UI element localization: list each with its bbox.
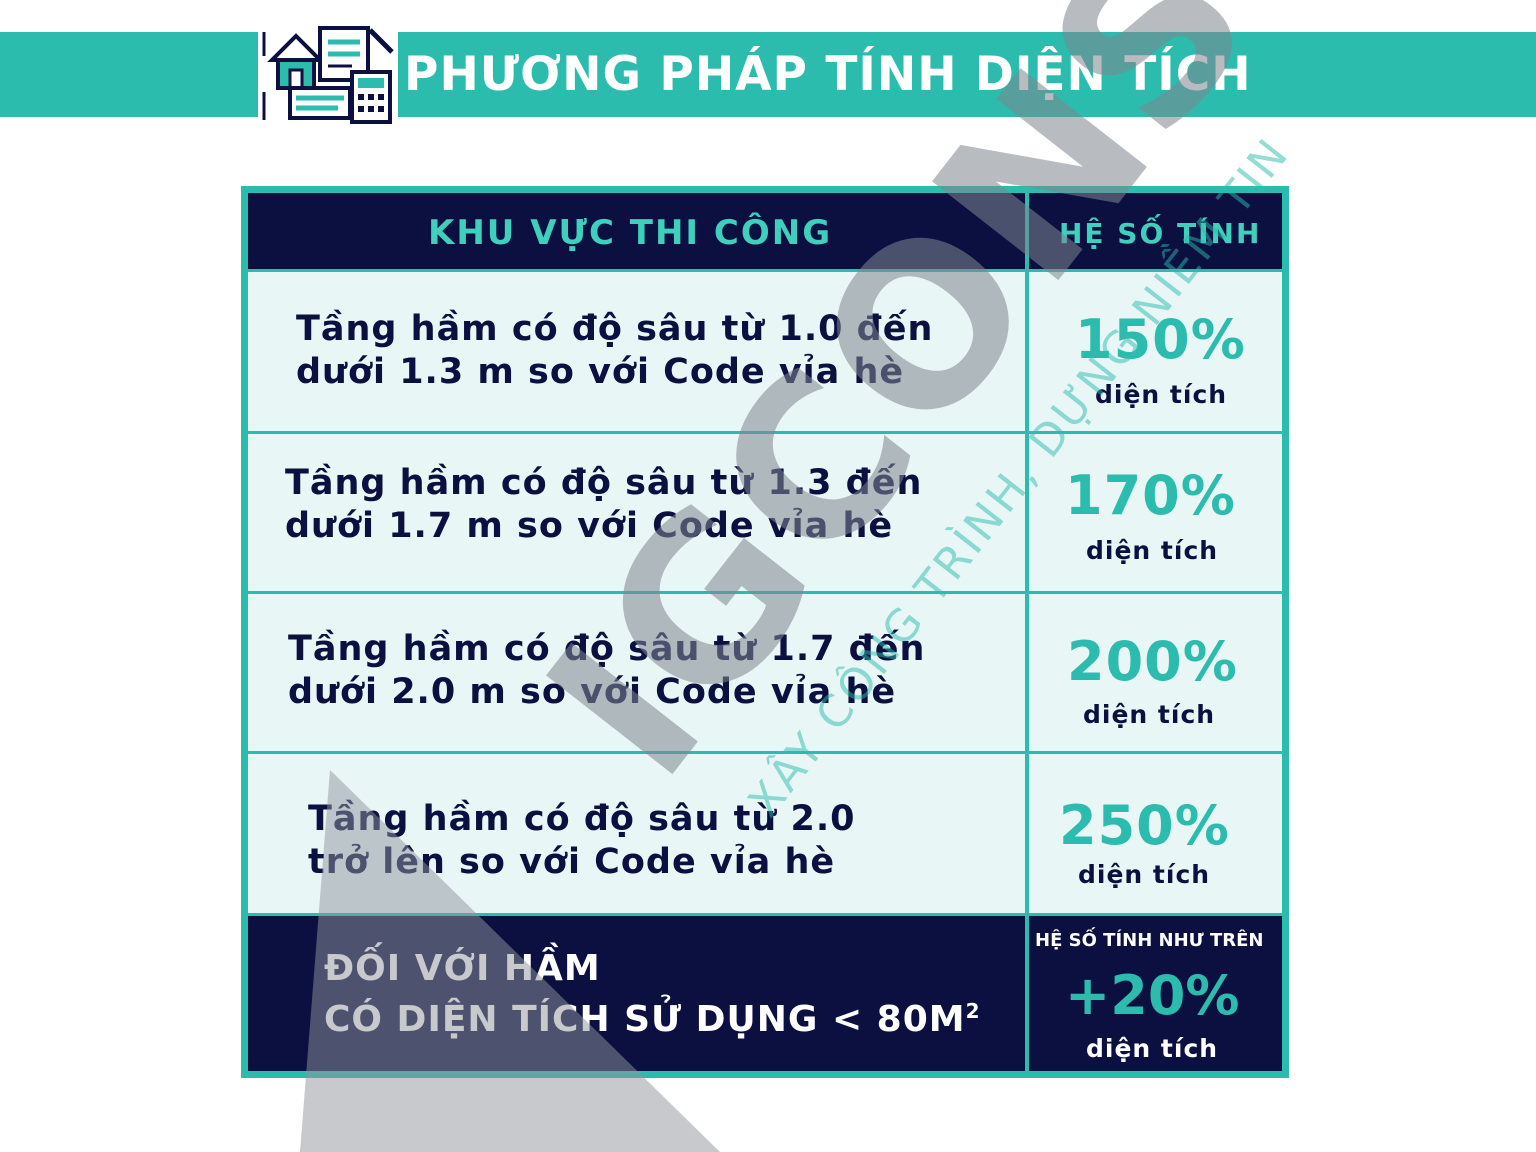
footer-unit: diện tích	[1086, 1034, 1219, 1063]
row-description: Tầng hầm có độ sâu từ 1.7 đến dưới 2.0 m…	[288, 629, 926, 712]
footer-cell-coef: HỆ SỐ TÍNH NHƯ TRÊN +20% diện tích	[1029, 916, 1282, 1071]
coefficient-percent: 150%	[1075, 308, 1246, 371]
table-row-coef: 250% diện tích	[1029, 754, 1282, 913]
header-cell-coef: HỆ SỐ TÍNH	[1029, 193, 1282, 269]
table-row-coef: 150% diện tích	[1029, 272, 1282, 431]
coefficient-percent: 170%	[1065, 464, 1236, 527]
footer-description: ĐỐI VỚI HẦM CÓ DIỆN TÍCH SỬ DỤNG < 80M2	[324, 948, 981, 1040]
page-title: PHƯƠNG PHÁP TÍNH DIỆN TÍCH	[404, 47, 1252, 102]
table-row: Tầng hầm có độ sâu từ 1.3 đến dưới 1.7 m…	[248, 434, 1025, 591]
footer-percent: +20%	[1065, 964, 1240, 1027]
coefficient-unit: diện tích	[1095, 380, 1228, 409]
coefficient-unit: diện tích	[1086, 536, 1219, 565]
house-plan-calculator-icon	[258, 22, 398, 126]
table-row: Tầng hầm có độ sâu từ 1.0 đến dưới 1.3 m…	[248, 272, 1025, 431]
coefficient-unit: diện tích	[1083, 700, 1216, 729]
table-row: Tầng hầm có độ sâu từ 2.0 trở lên so với…	[248, 754, 1025, 913]
footer-cell-area: ĐỐI VỚI HẦM CÓ DIỆN TÍCH SỬ DỤNG < 80M2	[248, 916, 1025, 1071]
table-row-coef: 170% diện tích	[1029, 434, 1282, 591]
header-cell-area: KHU VỰC THI CÔNG	[248, 193, 1025, 269]
column-header-area: KHU VỰC THI CÔNG	[428, 213, 833, 253]
row-description: Tầng hầm có độ sâu từ 2.0 trở lên so với…	[308, 799, 856, 882]
table-row-coef: 200% diện tích	[1029, 594, 1282, 751]
coefficient-percent: 250%	[1059, 794, 1230, 857]
row-description: Tầng hầm có độ sâu từ 1.0 đến dưới 1.3 m…	[296, 309, 934, 392]
footer-note: HỆ SỐ TÍNH NHƯ TRÊN	[1035, 930, 1264, 951]
table-row: Tầng hầm có độ sâu từ 1.7 đến dưới 2.0 m…	[248, 594, 1025, 751]
coefficient-unit: diện tích	[1078, 860, 1211, 889]
coefficient-table: KHU VỰC THI CÔNG HỆ SỐ TÍNH Tầng hầm có …	[241, 186, 1289, 1078]
row-description: Tầng hầm có độ sâu từ 1.3 đến dưới 1.7 m…	[285, 463, 923, 546]
column-header-coefficient: HỆ SỐ TÍNH	[1059, 217, 1262, 250]
coefficient-percent: 200%	[1067, 630, 1238, 693]
